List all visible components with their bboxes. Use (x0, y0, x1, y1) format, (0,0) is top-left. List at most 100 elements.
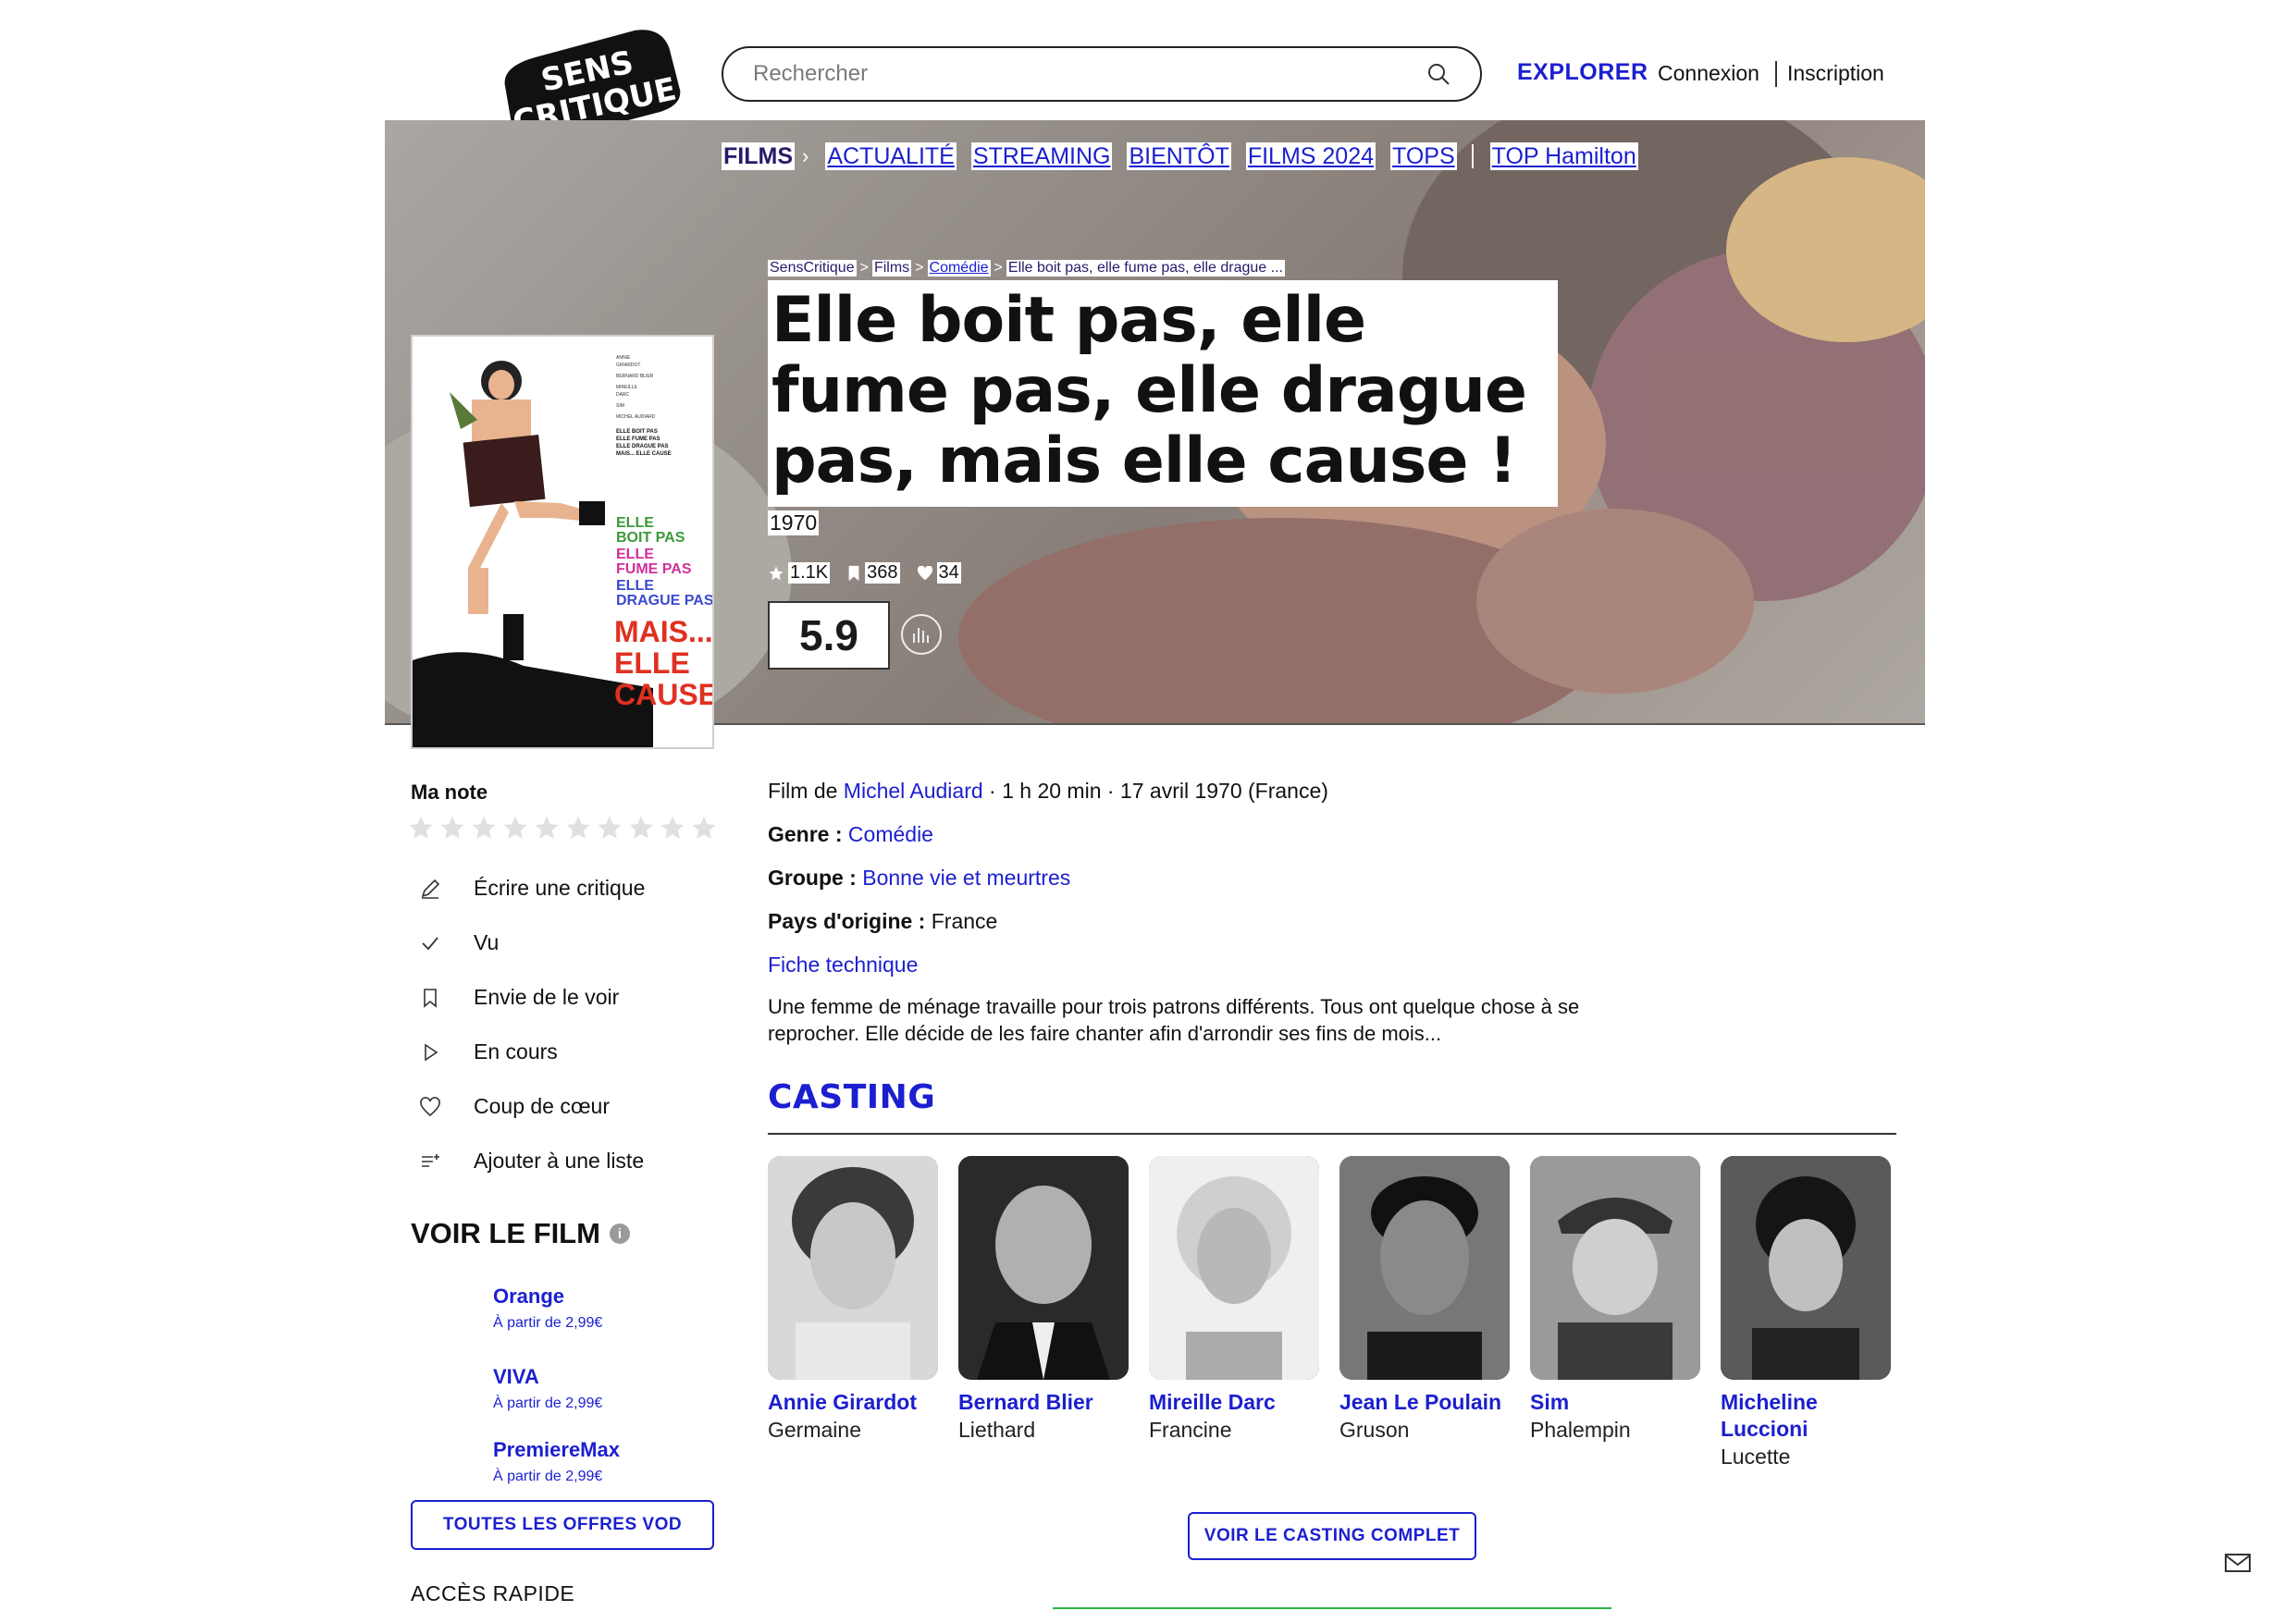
signup-link[interactable]: Inscription (1787, 61, 1884, 86)
cast-member[interactable]: Sim Phalempin (1530, 1156, 1700, 1443)
cast-role: Francine (1149, 1418, 1232, 1442)
nav-bientot[interactable]: BIENTÔT (1127, 142, 1231, 170)
svg-text:MICHEL AUDIARD: MICHEL AUDIARD (616, 414, 656, 420)
in-progress-action[interactable]: En cours (418, 1039, 558, 1064)
star-icon[interactable] (470, 814, 498, 842)
release-year: 1970 (768, 510, 820, 535)
bookmark-icon (418, 986, 442, 1010)
breadcrumb-separator: > (915, 260, 924, 276)
star-icon[interactable] (659, 814, 686, 842)
tech-sheet-link[interactable]: Fiche technique (768, 953, 918, 977)
rating-stars[interactable] (407, 814, 718, 842)
nav-films[interactable]: FILMS (722, 142, 795, 170)
cast-photo[interactable] (768, 1156, 938, 1380)
average-score: 5.9 (768, 601, 890, 670)
vod-price: À partir de 2,99€ (493, 1315, 603, 1331)
list-add-icon (418, 1150, 442, 1174)
breadcrumb-comedie[interactable]: Comédie (927, 260, 991, 277)
section-divider (1053, 1607, 1611, 1609)
quick-access-heading: ACCÈS RAPIDE (411, 1581, 575, 1605)
mail-icon[interactable] (2224, 1552, 2252, 1574)
vod-orange[interactable]: Orange (493, 1285, 564, 1309)
cast-photo[interactable] (1721, 1156, 1891, 1380)
svg-text:DRAGUE PAS: DRAGUE PAS (616, 593, 712, 609)
favorites-count: 34 (917, 562, 961, 584)
all-vod-offers-button[interactable]: TOUTES LES OFFRES VOD (411, 1500, 714, 1550)
cast-name[interactable]: Bernard Blier (958, 1389, 1129, 1416)
vod-viva[interactable]: VIVA (493, 1365, 539, 1389)
search-bar[interactable] (722, 46, 1482, 102)
cast-photo[interactable] (958, 1156, 1129, 1380)
info-icon[interactable]: i (609, 1223, 630, 1244)
breadcrumb-separator: > (859, 260, 869, 276)
group-row: Groupe : Bonne vie et meurtres (768, 866, 1071, 890)
star-icon[interactable] (564, 814, 592, 842)
svg-text:MAIS...: MAIS... (614, 615, 712, 648)
full-casting-button[interactable]: VOIR LE CASTING COMPLET (1188, 1512, 1476, 1560)
svg-text:BERNARD BLIER: BERNARD BLIER (616, 374, 654, 379)
star-icon[interactable] (596, 814, 623, 842)
star-icon[interactable] (627, 814, 655, 842)
film-stats: 1.1K 368 34 (768, 562, 961, 584)
heart-icon (418, 1095, 442, 1119)
casting-heading: CASTING (768, 1078, 936, 1116)
star-icon[interactable] (407, 814, 435, 842)
nav-tops[interactable]: TOPS (1390, 142, 1457, 170)
cast-name[interactable]: Annie Girardot (768, 1389, 938, 1416)
cast-name[interactable]: Micheline Luccioni (1721, 1389, 1891, 1443)
add-to-list-action[interactable]: Ajouter à une liste (418, 1149, 644, 1174)
nav-films-2024[interactable]: FILMS 2024 (1245, 142, 1376, 170)
cast-photo[interactable] (1339, 1156, 1510, 1380)
star-icon[interactable] (438, 814, 466, 842)
cast-name[interactable]: Sim (1530, 1389, 1700, 1416)
explore-link[interactable]: EXPLORER (1517, 59, 1648, 86)
svg-text:FUME PAS: FUME PAS (616, 561, 692, 577)
star-icon (769, 566, 784, 580)
genre-link[interactable]: Comédie (848, 822, 933, 846)
nav-streaming[interactable]: STREAMING (970, 142, 1113, 170)
cast-member[interactable]: Mireille Darc Francine (1149, 1156, 1319, 1443)
svg-text:ELLE: ELLE (616, 578, 654, 594)
star-icon[interactable] (690, 814, 718, 842)
seen-action[interactable]: Vu (418, 930, 499, 955)
director-link[interactable]: Michel Audiard (844, 779, 983, 803)
synopsis: Une femme de ménage travaille pour trois… (768, 995, 1580, 1045)
breadcrumb-films[interactable]: Films (871, 260, 912, 277)
vod-price: À partir de 2,99€ (493, 1396, 603, 1411)
cast-member[interactable]: Micheline Luccioni Lucette (1721, 1156, 1891, 1469)
svg-text:ELLE: ELLE (616, 515, 654, 531)
check-icon (418, 931, 442, 955)
svg-text:ELLE FUME PAS: ELLE FUME PAS (616, 436, 660, 442)
main-nav: FILMS › ACTUALITÉ STREAMING BIENTÔT FILM… (722, 142, 1653, 170)
nav-top-hamilton[interactable]: TOP Hamilton (1489, 142, 1638, 170)
country-row: Pays d'origine : France (768, 909, 998, 933)
breadcrumb-senscritique[interactable]: SensCritique (768, 260, 857, 277)
cast-member[interactable]: Jean Le Poulain Gruson (1339, 1156, 1510, 1443)
nav-actualite[interactable]: ACTUALITÉ (825, 142, 957, 170)
cast-member[interactable]: Bernard Blier Liethard (958, 1156, 1129, 1443)
svg-text:ELLE BOIT PAS: ELLE BOIT PAS (616, 429, 658, 435)
star-icon[interactable] (501, 814, 529, 842)
chevron-right-icon: › (802, 144, 809, 167)
film-poster[interactable]: ANNIE GIRARDOT BERNARD BLIER MIREILLE DARC S… (411, 335, 714, 749)
vod-premieremax[interactable]: PremiereMax (493, 1438, 620, 1462)
cast-member[interactable]: Annie Girardot Germaine (768, 1156, 938, 1443)
action-label: Vu (474, 930, 500, 954)
write-review-action[interactable]: Écrire une critique (418, 876, 645, 901)
rating-distribution-button[interactable] (901, 614, 942, 655)
login-link[interactable]: Connexion (1658, 61, 1759, 86)
genre-row: Genre : Comédie (768, 822, 933, 846)
star-icon[interactable] (533, 814, 561, 842)
cast-photo[interactable] (1530, 1156, 1700, 1380)
cast-name[interactable]: Mireille Darc (1149, 1389, 1319, 1416)
svg-text:MIREILLE: MIREILLE (616, 385, 637, 390)
search-icon[interactable] (1425, 60, 1452, 88)
cast-role: Lucette (1721, 1445, 1791, 1469)
cast-name[interactable]: Jean Le Poulain (1339, 1389, 1510, 1416)
cast-photo[interactable] (1149, 1156, 1319, 1380)
search-input[interactable] (751, 60, 1425, 88)
group-link[interactable]: Bonne vie et meurtres (862, 866, 1070, 890)
favorite-action[interactable]: Coup de cœur (418, 1094, 610, 1119)
nav-divider (1471, 144, 1474, 168)
wishlist-action[interactable]: Envie de le voir (418, 985, 619, 1010)
